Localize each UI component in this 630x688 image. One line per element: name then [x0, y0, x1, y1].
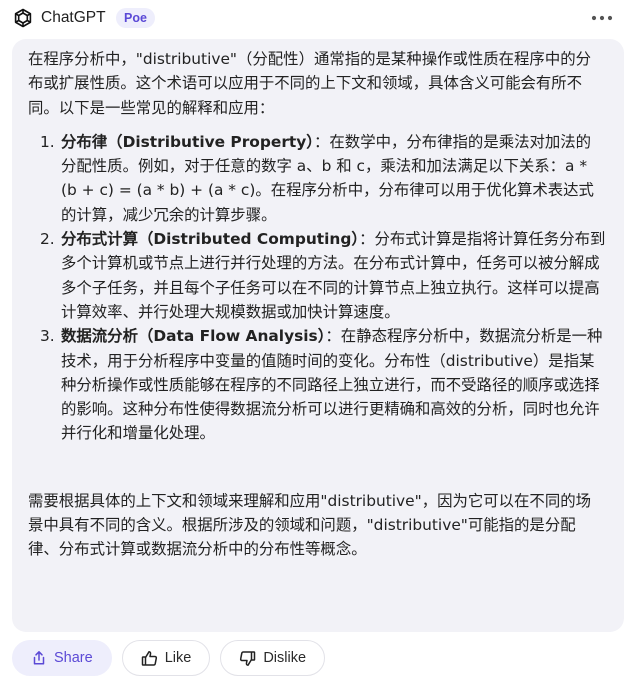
message-actions: Share Like Dislike [12, 640, 326, 678]
share-icon [31, 650, 47, 666]
thumbs-up-icon [141, 650, 158, 667]
like-label: Like [164, 650, 192, 666]
bot-name[interactable]: ChatGPT [41, 8, 106, 28]
poe-badge: Poe [116, 8, 155, 28]
bot-message-bubble: 在程序分析中，"distributive"（分配性）通常指的是某种操作或性质在程… [12, 39, 624, 632]
more-options-button[interactable] [588, 8, 616, 28]
share-label: Share [54, 650, 93, 666]
list-item-title: 分布式计算（Distributed Computing） [61, 230, 360, 249]
chatgpt-logo-icon[interactable] [12, 7, 34, 29]
list-item-title: 数据流分析（Data Flow Analysis） [61, 327, 326, 346]
thumbs-down-icon [239, 650, 256, 667]
list-item-title: 分布律（Distributive Property） [61, 132, 315, 151]
dislike-label: Dislike [263, 650, 307, 666]
message-intro: 在程序分析中，"distributive"（分配性）通常指的是某种操作或性质在程… [28, 50, 591, 117]
list-item: 3. 数据流分析（Data Flow Analysis）：在静态程序分析中，数据… [28, 324, 606, 445]
share-button[interactable]: Share [12, 640, 112, 676]
list-item: 2. 分布式计算（Distributed Computing）：分布式计算是指将… [28, 227, 606, 324]
list-item-number: 3. [40, 327, 55, 346]
list-item: 1. 分布律（Distributive Property）：在数学中，分布律指的… [28, 130, 606, 227]
list-item-number: 1. [40, 132, 55, 151]
dislike-button[interactable]: Dislike [220, 640, 326, 676]
ellipsis-icon [591, 15, 613, 21]
explanation-list: 1. 分布律（Distributive Property）：在数学中，分布律指的… [28, 130, 606, 446]
message-closing: 需要根据具体的上下文和领域来理解和应用"distributive"，因为它可以在… [28, 491, 591, 559]
list-item-number: 2. [40, 230, 55, 249]
chat-header: ChatGPT Poe [0, 0, 630, 38]
like-button[interactable]: Like [121, 640, 211, 676]
